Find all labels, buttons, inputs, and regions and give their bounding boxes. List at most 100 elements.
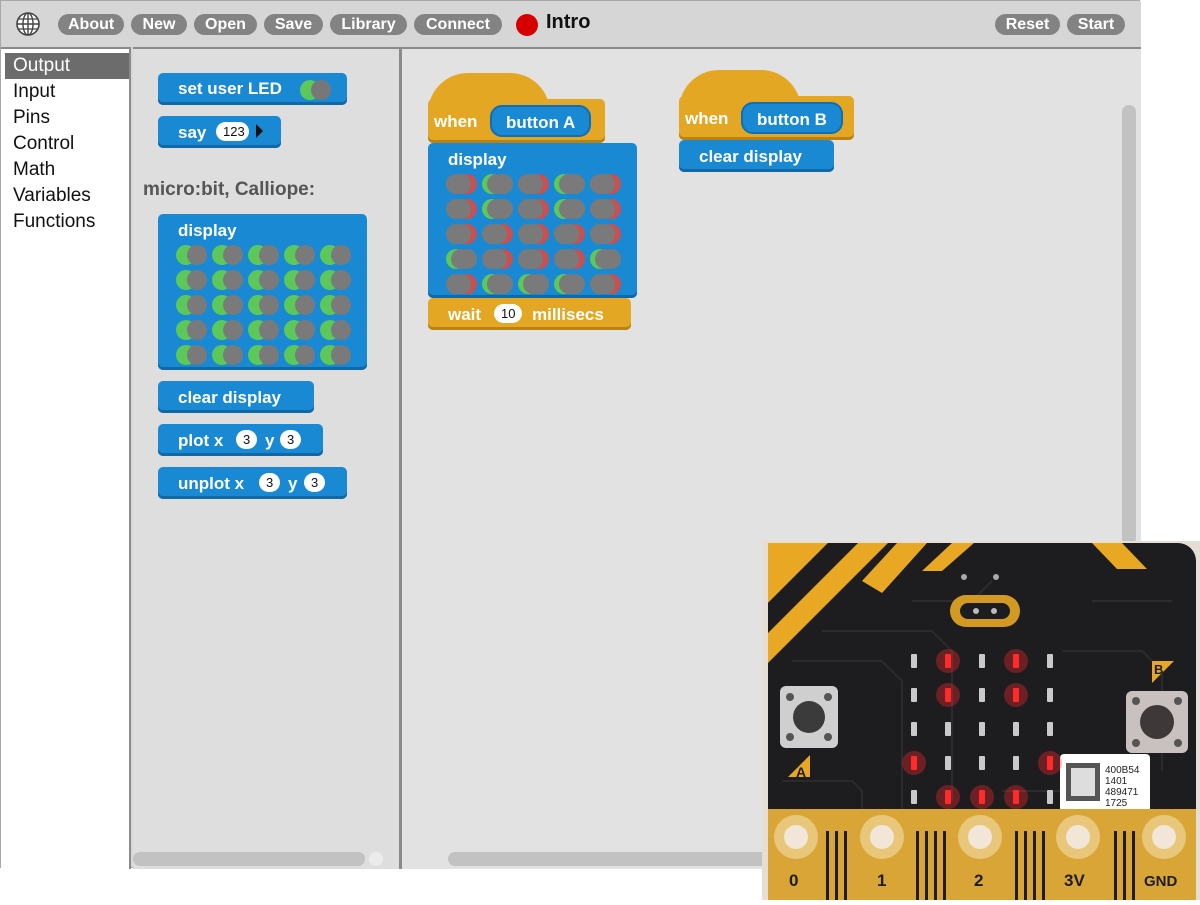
led-toggle[interactable] [320,295,352,315]
led-toggle[interactable] [284,345,316,365]
category-math[interactable]: Math [5,157,129,183]
edge-connector-finger [835,831,838,900]
board-led [945,688,951,702]
button-a-selector[interactable]: button A [490,105,592,137]
led-toggle[interactable] [284,270,316,290]
led-toggle[interactable] [212,245,244,265]
unplot-x-input[interactable]: 3 [259,473,281,492]
led-toggle[interactable] [212,320,244,340]
when-button-b-block[interactable]: when button B [679,96,854,140]
led-toggle[interactable] [320,320,352,340]
set-user-led-block[interactable]: set user LED [158,73,347,105]
led-toggle[interactable] [446,249,478,269]
led-toggle[interactable] [446,274,478,294]
led-toggle[interactable] [248,345,280,365]
connect-button[interactable]: Connect [414,14,502,35]
led-toggle[interactable] [176,345,208,365]
stop-indicator-icon[interactable] [516,14,538,36]
led-toggle[interactable] [482,274,514,294]
scripts-vscrollbar[interactable] [1122,105,1136,545]
when-button-a-block[interactable]: when button A [428,99,605,143]
globe-icon[interactable] [15,11,41,37]
led-toggle[interactable] [482,249,514,269]
led-toggle[interactable] [446,199,478,219]
category-pins[interactable]: Pins [5,105,129,131]
palette-scrollbar[interactable] [133,852,365,866]
led-toggle[interactable] [212,345,244,365]
led-toggle[interactable] [518,199,550,219]
board-led [1047,722,1053,736]
led-toggle[interactable] [518,174,550,194]
led-toggle[interactable] [176,245,208,265]
when-label-b: when [685,109,729,128]
say-value-input[interactable]: 123 [216,122,249,141]
expand-arrow-icon[interactable] [256,124,263,138]
led-toggle-icon[interactable] [300,80,332,100]
led-toggle[interactable] [482,224,514,244]
edge-connector-finger [1015,831,1018,900]
led-toggle[interactable] [320,345,352,365]
led-toggle[interactable] [284,245,316,265]
led-toggle[interactable] [446,224,478,244]
start-button[interactable]: Start [1067,14,1125,35]
wait-block[interactable]: wait 10 millisecs [428,298,631,330]
save-button[interactable]: Save [264,14,323,35]
led-toggle[interactable] [320,270,352,290]
led-toggle[interactable] [590,274,622,294]
led-toggle[interactable] [518,274,550,294]
plot-x-input[interactable]: 3 [236,430,258,449]
board-led [1013,722,1019,736]
led-toggle[interactable] [320,245,352,265]
led-toggle[interactable] [212,295,244,315]
scripts-hscrollbar[interactable] [448,852,778,866]
about-button[interactable]: About [58,14,124,35]
led-toggle[interactable] [518,224,550,244]
led-toggle[interactable] [554,249,586,269]
led-toggle[interactable] [554,274,586,294]
display-block-template[interactable]: display [158,214,367,370]
led-toggle[interactable] [554,224,586,244]
led-toggle[interactable] [248,270,280,290]
category-input[interactable]: Input [5,79,129,105]
led-toggle[interactable] [446,174,478,194]
led-toggle[interactable] [590,249,622,269]
led-toggle[interactable] [554,199,586,219]
led-toggle[interactable] [590,199,622,219]
led-toggle[interactable] [590,224,622,244]
clear-display-block-template[interactable]: clear display [158,381,314,413]
category-output[interactable]: Output [5,53,129,79]
open-button[interactable]: Open [194,14,257,35]
led-toggle[interactable] [284,295,316,315]
led-toggle[interactable] [248,320,280,340]
led-toggle[interactable] [554,174,586,194]
say-block[interactable]: say 123 [158,116,281,148]
plot-y-input[interactable]: 3 [280,430,302,449]
led-toggle[interactable] [482,199,514,219]
led-toggle[interactable] [284,320,316,340]
led-toggle[interactable] [248,295,280,315]
new-button[interactable]: New [131,14,187,35]
led-toggle[interactable] [248,245,280,265]
led-toggle[interactable] [176,320,208,340]
led-toggle[interactable] [176,295,208,315]
category-functions[interactable]: Functions [5,209,129,235]
unplot-y-input[interactable]: 3 [304,473,326,492]
led-toggle[interactable] [590,174,622,194]
reset-button[interactable]: Reset [995,14,1060,35]
library-button[interactable]: Library [330,14,407,35]
category-control[interactable]: Control [5,131,129,157]
plot-y-label: y [265,431,275,450]
unplot-block[interactable]: unplot x 3 y 3 [158,467,347,499]
led-toggle[interactable] [518,249,550,269]
plot-block[interactable]: plot x 3 y 3 [158,424,323,456]
wait-value-input[interactable]: 10 [494,304,523,323]
led-toggle[interactable] [176,270,208,290]
palette-scrollbar-end [369,852,383,866]
display-block[interactable]: display [428,143,637,298]
button-b-selector[interactable]: button B [741,102,843,134]
led-toggle[interactable] [482,174,514,194]
category-variables[interactable]: Variables [5,183,129,209]
led-toggle[interactable] [212,270,244,290]
clear-display-block[interactable]: clear display [679,140,834,172]
script-clear-display-label: clear display [699,147,803,166]
